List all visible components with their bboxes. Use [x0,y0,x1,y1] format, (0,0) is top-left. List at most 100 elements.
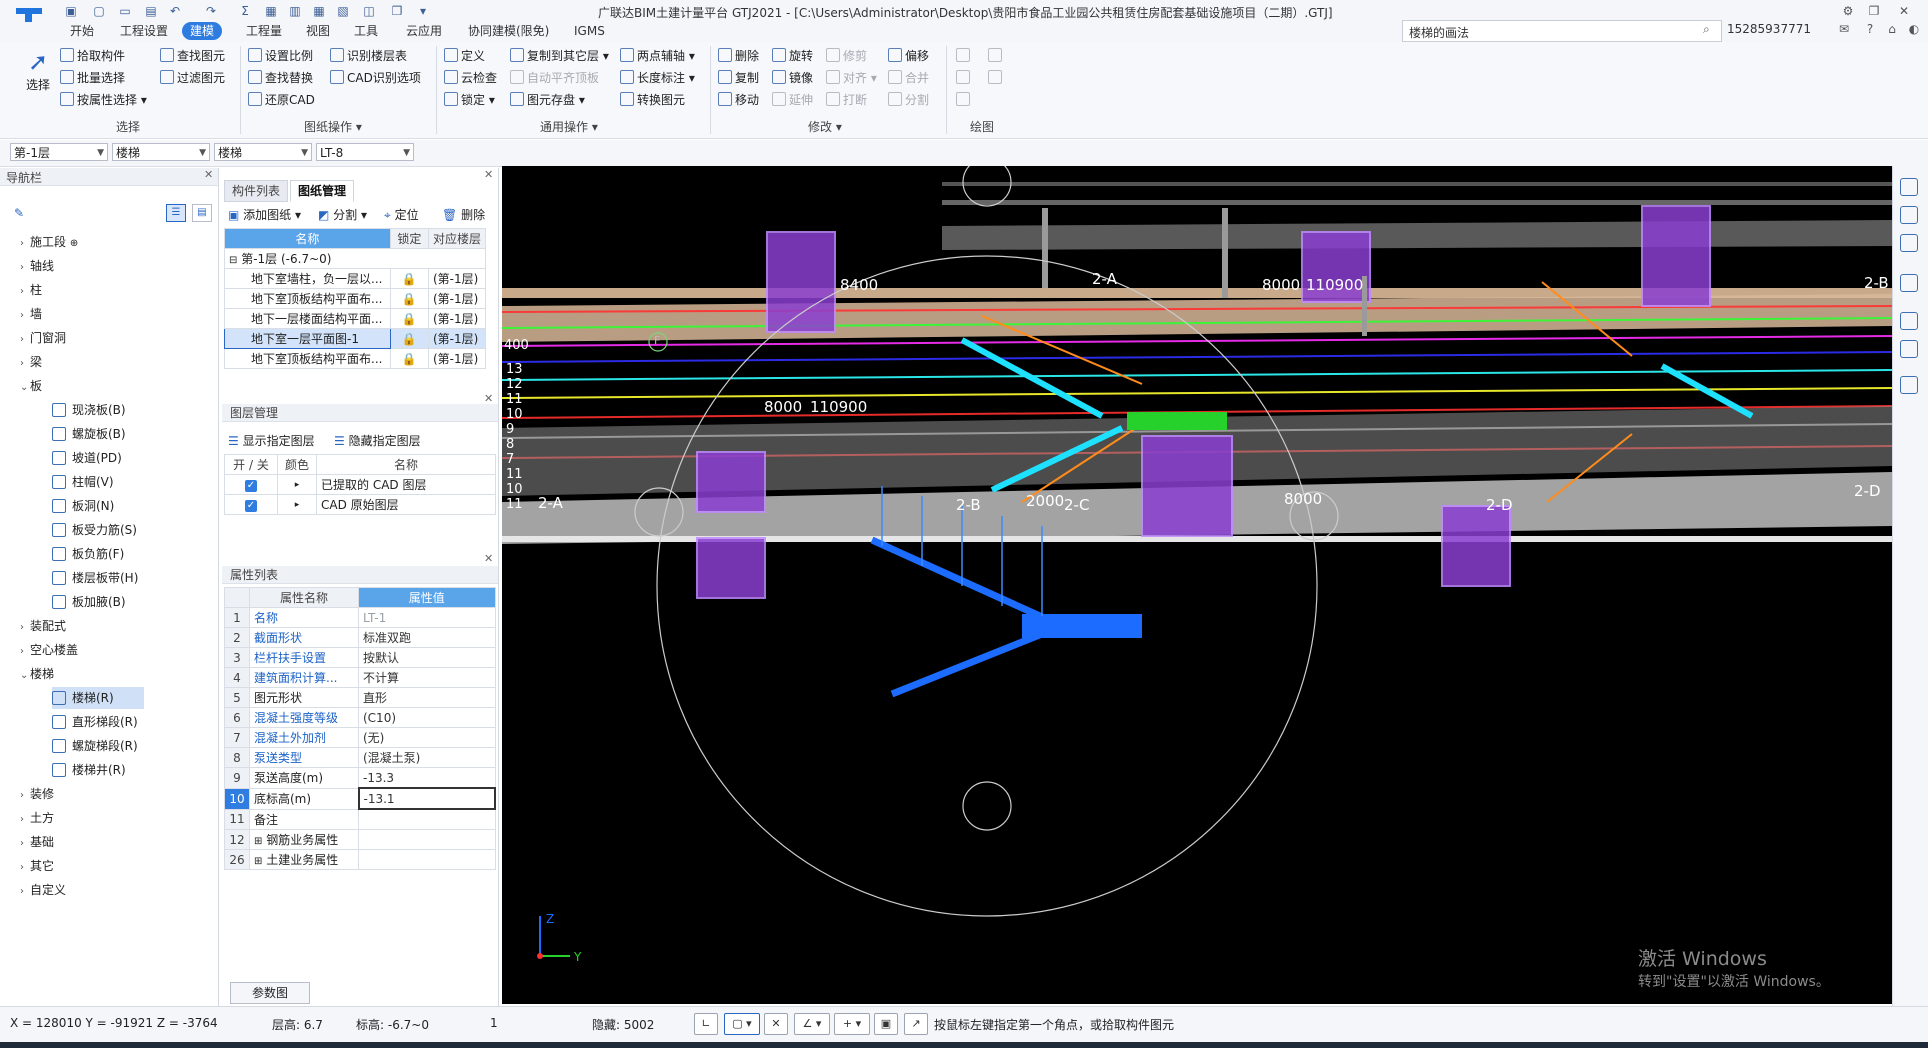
close-icon[interactable]: ✕ [484,552,493,565]
mirror-button[interactable]: 镜像 [772,68,813,88]
new-icon[interactable]: ▣ [64,4,78,18]
nav-item-slab[interactable]: ⌄ 板 [20,375,42,397]
save-icon[interactable]: ▤ [144,4,158,18]
restore-icon[interactable]: ❐ [1866,3,1882,19]
display-settings-icon[interactable] [1900,340,1918,358]
sum-icon[interactable]: Σ [238,4,252,18]
menu-tab-modeling[interactable]: 建模 [182,22,223,40]
auto-align-top-button[interactable]: 自动平齐顶板 [510,68,599,88]
drawing-row[interactable]: 地下室墙柱，负一层以... 🔒 (第-1层) [224,268,487,289]
table-icon[interactable]: ▧ [336,4,350,18]
draw-point-button[interactable] [956,46,973,66]
tile-view-icon[interactable]: ▤ [192,204,212,222]
list-view-icon[interactable]: ☰ [166,204,186,222]
home-icon[interactable]: ⌂ [1884,21,1900,37]
more-icon[interactable]: ▾ [416,4,430,18]
nav-sub-straight-flight[interactable]: 直形梯段(R) [52,711,138,733]
extend-button[interactable]: 延伸 [772,90,813,110]
nav-sub-stair[interactable]: 楼梯(R) [52,687,144,709]
property-row[interactable]: 3 栏杆扶手设置 按默认 [224,647,496,668]
delete-drawing-button[interactable]: 🗑 删除 [442,206,485,223]
skin-icon[interactable]: ◐ [1906,21,1922,37]
split-drawing-button[interactable]: ◩ 分割 ▾ [318,206,367,223]
notes-icon[interactable] [1900,376,1918,394]
identify-floor-table-button[interactable]: 识别楼层表 [330,46,407,66]
property-row[interactable]: 7 混凝土外加剂 (无) [224,727,496,748]
nav-item-openings[interactable]: › 门窗洞 [20,327,66,349]
nav-sub-slab-hole[interactable]: 板洞(N) [52,495,114,517]
nav-item-hollow-floor[interactable]: › 空心楼盖 [20,639,78,661]
nav-sub-slab-haunch[interactable]: 板加腋(B) [52,591,126,613]
nav-item-decoration[interactable]: › 装修 [20,783,54,805]
message-icon[interactable]: ✉ [1836,21,1852,37]
property-row[interactable]: 5 图元形状 直形 [224,687,496,708]
menu-tab-view[interactable]: 视图 [298,22,338,40]
drawing-row[interactable]: 地下室顶板结构平面布... 🔒 (第-1层) [224,288,487,309]
cad-options-button[interactable]: CAD识别选项 [330,68,421,88]
nav-sub-slab-band[interactable]: 楼层板带(H) [52,567,138,589]
close-icon[interactable]: ✕ [1896,3,1912,19]
2d-view-icon[interactable] [1900,206,1918,224]
draw-line-button[interactable] [956,68,973,88]
pick-component-button[interactable]: 拾取构件 [60,46,125,66]
menu-tab-collab[interactable]: 协同建模(限免) [460,22,557,40]
find-element-button[interactable]: 查找图元 [160,46,225,66]
nav-sub-cast-slab[interactable]: 现浇板(B) [52,399,126,421]
lock-icon[interactable]: 🔒 [389,288,429,309]
show-layer-button[interactable]: ☰ 显示指定图层 [228,432,315,449]
cloud-check-button[interactable]: 云检查 [444,68,497,88]
close-icon[interactable]: ✕ [484,392,493,405]
property-row[interactable]: 2 截面形状 标准双跑 [224,627,496,648]
checkbox-checked-icon[interactable]: ✓ [245,480,257,492]
floor-select[interactable]: 第-1层 ▼ [10,143,108,161]
tab-drawing-management[interactable]: 图纸管理 [290,180,355,202]
property-row[interactable]: 9 泵送高度(m) -13.3 [224,767,496,789]
nav-item-axis[interactable]: › 轴线 [20,255,54,277]
expand-icon[interactable]: ⊞ [254,856,262,867]
search-input[interactable] [1407,23,1691,41]
pin-icon[interactable]: ✎ [14,206,24,220]
length-dimension-button[interactable]: 长度标注 ▾ [620,68,695,88]
property-row[interactable]: 11 备注 [224,808,496,830]
help-icon[interactable]: ? [1862,21,1878,37]
move-button[interactable]: 移动 [718,90,759,110]
undo-icon[interactable]: ↶ [168,4,182,18]
parameter-diagram-button[interactable]: 参数图 [230,982,310,1004]
layer-row[interactable]: ✓ ▸ 已提取的 CAD 图层 [224,474,496,495]
nav-sub-column-cap[interactable]: 柱帽(V) [52,471,114,493]
dynamic-input-icon[interactable]: + ▾ [834,1013,870,1035]
redo-icon[interactable]: ↷ [204,4,218,18]
property-row[interactable]: 26 ⊞ 土建业务属性 [224,849,496,870]
lock-icon[interactable]: 🔒 [389,348,429,369]
orbit-icon[interactable] [1900,178,1918,196]
menu-tab-start[interactable]: 开始 [62,22,102,40]
layers-icon[interactable]: ◫ [362,4,376,18]
user-phone[interactable]: 15285937771 [1727,22,1811,36]
trim-button[interactable]: 修剪 [826,46,867,66]
nav-sub-slab-rebar[interactable]: 板受力筋(S) [52,519,137,541]
lock-icon[interactable]: 🔒 [389,308,429,329]
expand-icon[interactable]: ▸ [277,494,317,515]
expand-icon[interactable]: ⊞ [254,836,262,847]
close-icon[interactable]: ✕ [204,168,213,181]
select-big-button[interactable]: ➚ 选择 [22,48,54,100]
nav-sub-stairwell[interactable]: 楼梯井(R) [52,759,126,781]
drawing-group-row[interactable]: ⊟ 第-1层 (-6.7~0) [224,248,486,269]
trace-toggle-icon[interactable]: ↗ [904,1013,928,1035]
lock-button[interactable]: 锁定 ▾ [444,90,495,110]
select-by-attribute-button[interactable]: 按属性选择 ▾ [60,90,147,110]
two-point-axis-button[interactable]: 两点辅轴 ▾ [620,46,695,66]
menu-tab-tools[interactable]: 工具 [346,22,386,40]
property-row[interactable]: 8 泵送类型 (混凝土泵) [224,747,496,768]
property-row[interactable]: 4 建筑面积计算... 不计算 [224,667,496,688]
merge-button[interactable]: 合并 [888,68,929,88]
ortho-toggle-icon[interactable]: ∟ [694,1013,718,1035]
menu-tab-cloud[interactable]: 云应用 [398,22,450,40]
settings-icon[interactable]: ⚙ [1840,3,1856,19]
layer-row[interactable]: ✓ ▸ CAD 原始图层 [224,494,496,515]
nav-item-beam[interactable]: › 梁 [20,351,42,373]
find-replace-button[interactable]: 查找替换 [248,68,313,88]
display-toggle-icon[interactable]: ▣ [874,1013,898,1035]
save-elements-button[interactable]: 图元存盘 ▾ [510,90,585,110]
component-subtype-select[interactable]: 楼梯 ▼ [214,143,312,161]
